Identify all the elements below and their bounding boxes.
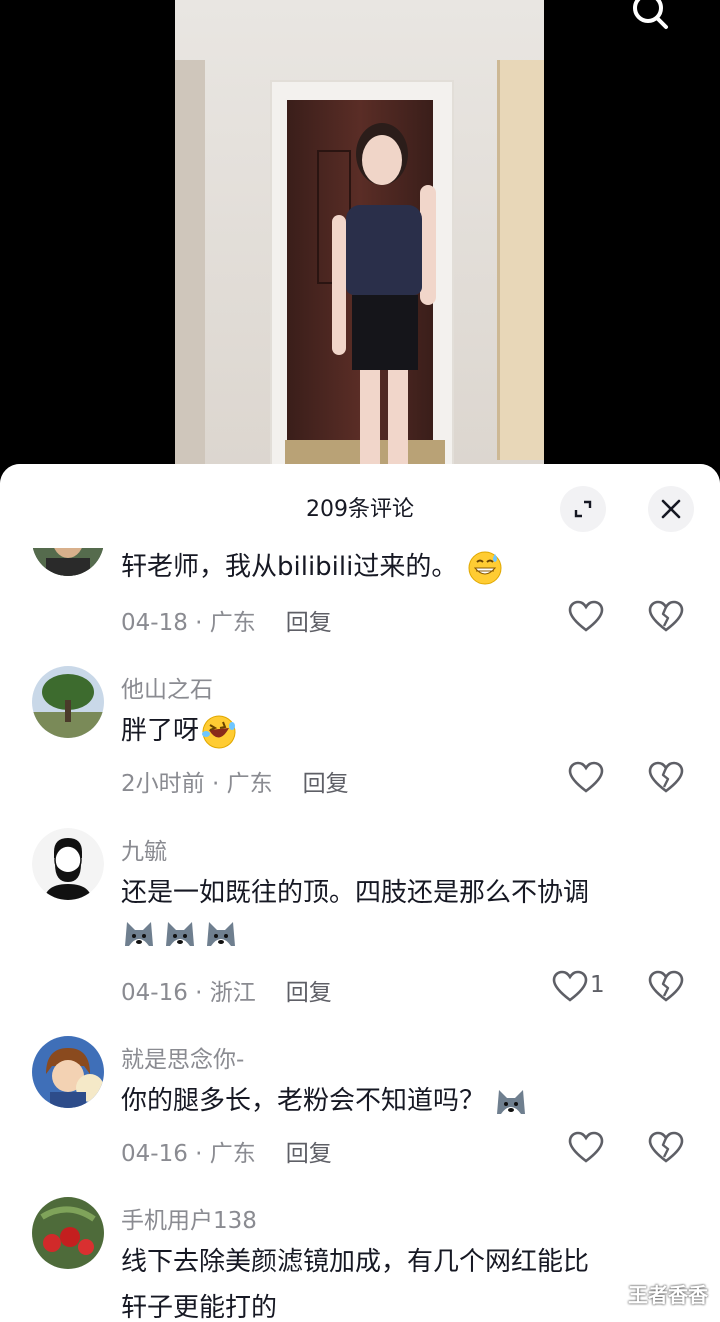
comment-location: 广东 bbox=[209, 610, 256, 636]
comment-meta: 2小时前 · 广东 回复 bbox=[121, 771, 349, 797]
watermark: 王者香香 bbox=[628, 1283, 708, 1307]
wall bbox=[175, 60, 205, 470]
close-icon bbox=[661, 499, 681, 519]
comment-text: 胖了呀 bbox=[121, 710, 237, 752]
video-player[interactable] bbox=[0, 0, 720, 470]
dog-face-emoji-icon bbox=[207, 922, 236, 946]
expand-button[interactable] bbox=[560, 486, 606, 532]
avatar[interactable] bbox=[32, 1036, 104, 1108]
search-icon bbox=[633, 0, 668, 29]
dog-face-emoji-icon bbox=[497, 1089, 526, 1114]
reply-button[interactable]: 回复 bbox=[286, 980, 332, 1006]
close-button[interactable] bbox=[648, 486, 694, 532]
comment-count-title: 209条评论 bbox=[306, 497, 414, 522]
comment-date: 2小时前 bbox=[121, 771, 205, 797]
comment-meta: 04-16 · 广东 回复 bbox=[121, 1141, 332, 1167]
comment-location: 广东 bbox=[209, 1141, 256, 1167]
expand-icon bbox=[574, 500, 592, 518]
comment-date: 04-18 bbox=[121, 610, 188, 636]
comment-username[interactable]: 就是思念你- bbox=[121, 1040, 244, 1074]
broken-heart-icon[interactable] bbox=[648, 600, 684, 634]
comment-meta: 04-18 · 广东 回复 bbox=[121, 610, 332, 636]
grinning-sweat-emoji-icon bbox=[468, 551, 502, 584]
broken-heart-icon[interactable] bbox=[648, 1131, 684, 1165]
comment-list[interactable]: 轩老师，我从bilibili过来的。 04-18 · 广东 回复 他山之石 胖了… bbox=[0, 464, 720, 1322]
comment-location: 广东 bbox=[226, 771, 273, 797]
comment-meta: 04-16 · 浙江 回复 bbox=[121, 980, 332, 1006]
dog-face-emoji-icon bbox=[125, 922, 153, 946]
broken-heart-icon[interactable] bbox=[648, 761, 684, 795]
heart-icon[interactable] bbox=[568, 761, 604, 795]
comment-text-line: 轩子更能打的 bbox=[121, 1293, 278, 1322]
comment-text: 轩老师，我从bilibili过来的。 bbox=[121, 546, 503, 588]
heart-icon[interactable] bbox=[568, 600, 604, 634]
reply-button[interactable]: 回复 bbox=[303, 771, 349, 797]
emoji-row bbox=[121, 916, 239, 952]
cabinet bbox=[497, 60, 544, 460]
search-button[interactable] bbox=[628, 0, 676, 36]
heart-icon[interactable] bbox=[568, 1131, 604, 1165]
comment-text: 还是一如既往的顶。四肢还是那么不协调 bbox=[121, 878, 590, 908]
reply-button[interactable]: 回复 bbox=[286, 1141, 332, 1167]
comments-header: 209条评论 bbox=[0, 464, 720, 548]
video-frame[interactable] bbox=[175, 0, 544, 470]
comment-location: 浙江 bbox=[209, 980, 256, 1006]
comment-date: 04-16 bbox=[121, 980, 188, 1006]
person-figure bbox=[330, 135, 440, 465]
comments-sheet: 轩老师，我从bilibili过来的。 04-18 · 广东 回复 他山之石 胖了… bbox=[0, 464, 720, 1322]
comment-text-line: 线下去除美颜滤镜加成，有几个网红能比 bbox=[121, 1247, 590, 1277]
comment-username[interactable]: 九毓 bbox=[121, 832, 167, 866]
broken-heart-icon[interactable] bbox=[648, 970, 684, 1004]
heart-icon[interactable] bbox=[552, 970, 588, 1004]
avatar[interactable] bbox=[32, 1197, 104, 1269]
comment-username[interactable]: 手机用户138 bbox=[121, 1201, 257, 1235]
comment-date: 04-16 bbox=[121, 1141, 188, 1167]
laughing-tears-emoji-icon bbox=[202, 715, 236, 748]
like-count: 1 bbox=[590, 972, 605, 998]
avatar[interactable] bbox=[32, 666, 104, 738]
comment-text: 你的腿多长，老粉会不知道吗？ bbox=[121, 1080, 529, 1122]
dog-face-emoji-icon bbox=[166, 922, 195, 946]
reply-button[interactable]: 回复 bbox=[286, 610, 332, 636]
avatar[interactable] bbox=[32, 828, 104, 900]
comment-username[interactable]: 他山之石 bbox=[121, 670, 213, 704]
